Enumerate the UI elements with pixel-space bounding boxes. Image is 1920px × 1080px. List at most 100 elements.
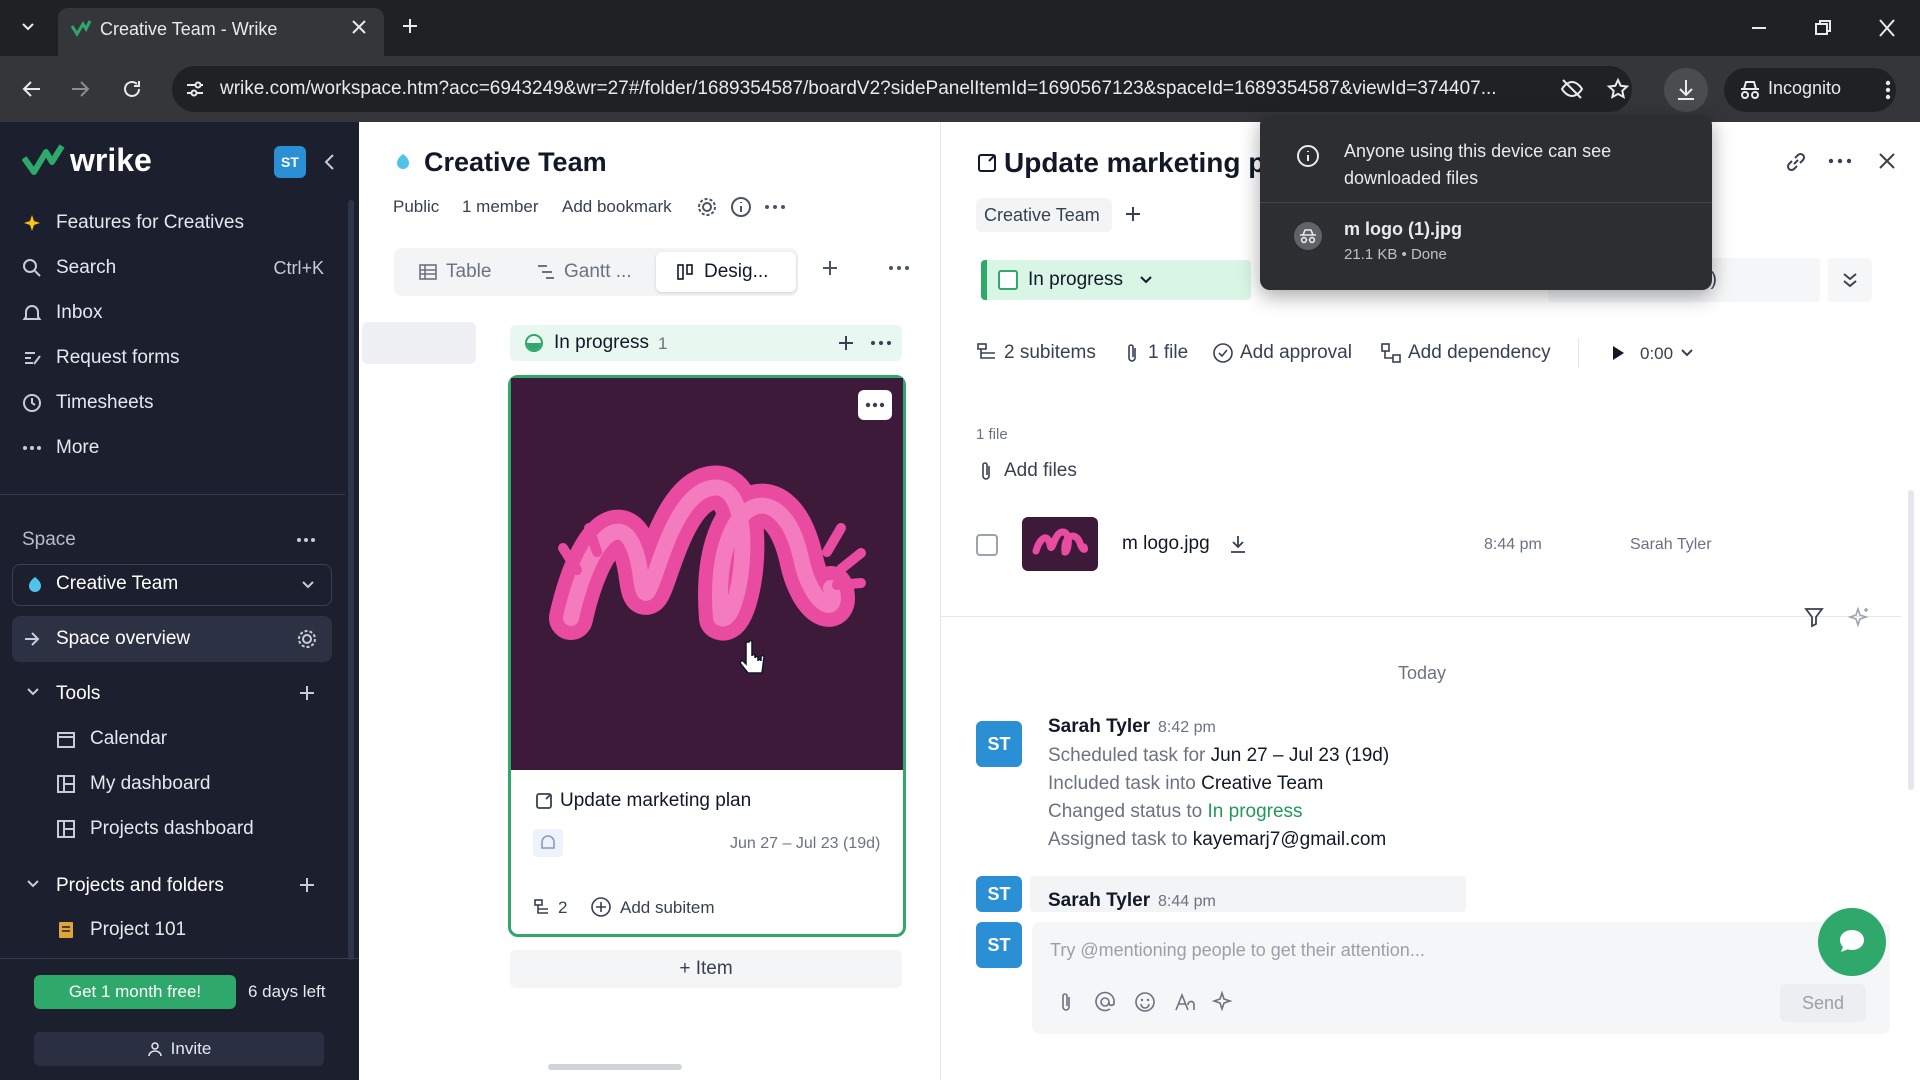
comment-input[interactable]: Try @mentioning people to get their atte… [1050, 940, 1425, 961]
add-item-button[interactable]: + Item [510, 950, 902, 988]
panel-scrollbar[interactable] [1908, 490, 1914, 790]
expand-fields-button[interactable] [1828, 258, 1872, 302]
text-format-icon[interactable] [1174, 992, 1198, 1012]
user-avatar[interactable]: ST [274, 146, 306, 178]
form-icon [22, 348, 56, 368]
projects-chevron-icon[interactable] [26, 878, 40, 890]
gantt-icon [536, 263, 556, 281]
add-space-icon[interactable] [1124, 205, 1142, 223]
add-approval-action[interactable]: Add approval [1240, 342, 1352, 364]
gear-icon[interactable] [296, 628, 318, 650]
back-icon[interactable] [20, 78, 44, 100]
minimize-window-icon[interactable] [1748, 18, 1770, 38]
tools-chevron-icon[interactable] [26, 686, 40, 698]
timer-value[interactable]: 0:00 [1640, 344, 1673, 364]
previous-column-stub[interactable] [362, 322, 476, 364]
tab-design[interactable]: Desig... [676, 250, 768, 294]
view-more-icon[interactable] [888, 264, 910, 272]
add-bookmark-link[interactable]: Add bookmark [562, 197, 672, 217]
forward-icon[interactable] [68, 78, 92, 100]
activity-line-value[interactable]: Creative Team [1201, 773, 1323, 794]
activity-avatar[interactable]: ST [976, 721, 1022, 767]
sidebar-scrollbar[interactable] [348, 200, 354, 960]
project-101[interactable]: Project 101 [56, 912, 186, 948]
tool-projects-dashboard[interactable]: Projects dashboard [56, 811, 254, 847]
card-assignee-placeholder[interactable] [533, 829, 563, 857]
info-icon[interactable] [730, 196, 752, 218]
activity-avatar[interactable]: ST [976, 876, 1022, 912]
visibility-label[interactable]: Public [393, 197, 439, 217]
ai-sparkle-icon[interactable] [1848, 606, 1870, 628]
comment-box[interactable] [1032, 922, 1890, 1034]
eye-off-icon[interactable] [1560, 78, 1584, 100]
download-file-name[interactable]: m logo (1).jpg [1344, 219, 1462, 240]
mention-icon[interactable] [1094, 991, 1116, 1013]
tool-label: Projects dashboard [90, 818, 254, 839]
comment-attach-icon[interactable] [1058, 991, 1074, 1013]
restore-window-icon[interactable] [1812, 18, 1834, 38]
send-button[interactable]: Send [1780, 984, 1866, 1022]
column-add-icon[interactable] [836, 333, 856, 353]
panel-divider [941, 616, 1901, 617]
emoji-icon[interactable] [1134, 991, 1156, 1013]
add-files-button[interactable]: Add files [1004, 460, 1077, 482]
site-info-icon[interactable] [184, 78, 206, 100]
filter-icon[interactable] [1804, 606, 1824, 628]
ai-assist-icon[interactable] [1212, 990, 1234, 1012]
tool-my-dashboard[interactable]: My dashboard [56, 766, 210, 802]
reload-icon[interactable] [120, 77, 144, 101]
file-name[interactable]: m logo.jpg [1122, 533, 1210, 555]
nav-more[interactable]: More [22, 430, 99, 466]
task-title[interactable]: Update marketing p [1004, 147, 1265, 179]
close-panel-icon[interactable] [1876, 150, 1898, 172]
chat-help-button[interactable] [1818, 908, 1886, 976]
card-title[interactable]: Update marketing plan [560, 790, 751, 812]
board-icon [676, 263, 696, 281]
close-window-icon[interactable] [1876, 18, 1898, 38]
status-checkbox[interactable] [998, 270, 1018, 290]
board-title: Creative Team [424, 147, 607, 177]
add-project-icon[interactable] [298, 876, 316, 894]
collapse-sidebar-icon[interactable] [320, 152, 340, 172]
new-tab-icon[interactable] [400, 16, 420, 36]
column-more-icon[interactable] [870, 339, 892, 347]
get-month-free-button[interactable]: Get 1 month free! [34, 975, 236, 1009]
play-timer-icon[interactable] [1610, 344, 1626, 362]
file-checkbox[interactable] [976, 534, 998, 556]
board-more-icon[interactable] [764, 203, 786, 211]
timer-chevron-down-icon[interactable] [1680, 347, 1694, 359]
nav-inbox[interactable]: Inbox [22, 295, 102, 331]
tab-table[interactable]: Table [418, 250, 491, 294]
nav-timesheets[interactable]: Timesheets [22, 385, 154, 421]
space-more-icon[interactable] [296, 536, 316, 544]
project-label: Project 101 [90, 919, 187, 940]
close-tab-icon[interactable] [350, 18, 368, 36]
download-button[interactable] [1664, 68, 1708, 112]
copy-link-icon[interactable] [1784, 150, 1808, 174]
tab-search-chevron-icon[interactable] [18, 16, 38, 36]
add-view-icon[interactable] [820, 258, 840, 278]
activity-author[interactable]: Sarah Tyler [1048, 716, 1150, 738]
files-action[interactable]: 1 file [1148, 342, 1188, 364]
add-tool-icon[interactable] [298, 684, 316, 702]
nav-features-for-creatives[interactable]: Features for Creatives [22, 205, 244, 241]
members-label[interactable]: 1 member [462, 197, 539, 217]
file-thumbnail[interactable] [1022, 517, 1098, 571]
bookmark-star-icon[interactable] [1606, 77, 1630, 101]
tool-calendar[interactable]: Calendar [56, 721, 167, 757]
add-dependency-action[interactable]: Add dependency [1408, 342, 1551, 364]
invite-button[interactable]: Invite [34, 1032, 324, 1066]
tool-label: Calendar [90, 728, 168, 749]
activity-author[interactable]: Sarah Tyler [1048, 890, 1150, 912]
tab-gantt[interactable]: Gantt ... [536, 250, 632, 294]
nav-search[interactable]: Search Ctrl+K [22, 250, 324, 286]
browser-menu-icon[interactable] [1882, 78, 1894, 102]
file-download-icon[interactable] [1228, 533, 1248, 555]
subitems-action[interactable]: 2 subitems [1004, 342, 1096, 364]
add-subitem-button[interactable]: Add subitem [620, 898, 715, 918]
board-horizontal-scrollbar[interactable] [548, 1064, 682, 1070]
board-settings-gear-icon[interactable] [696, 196, 718, 218]
nav-request-forms[interactable]: Request forms [22, 340, 180, 376]
card-more-button[interactable] [858, 390, 892, 420]
panel-more-icon[interactable] [1828, 157, 1852, 165]
